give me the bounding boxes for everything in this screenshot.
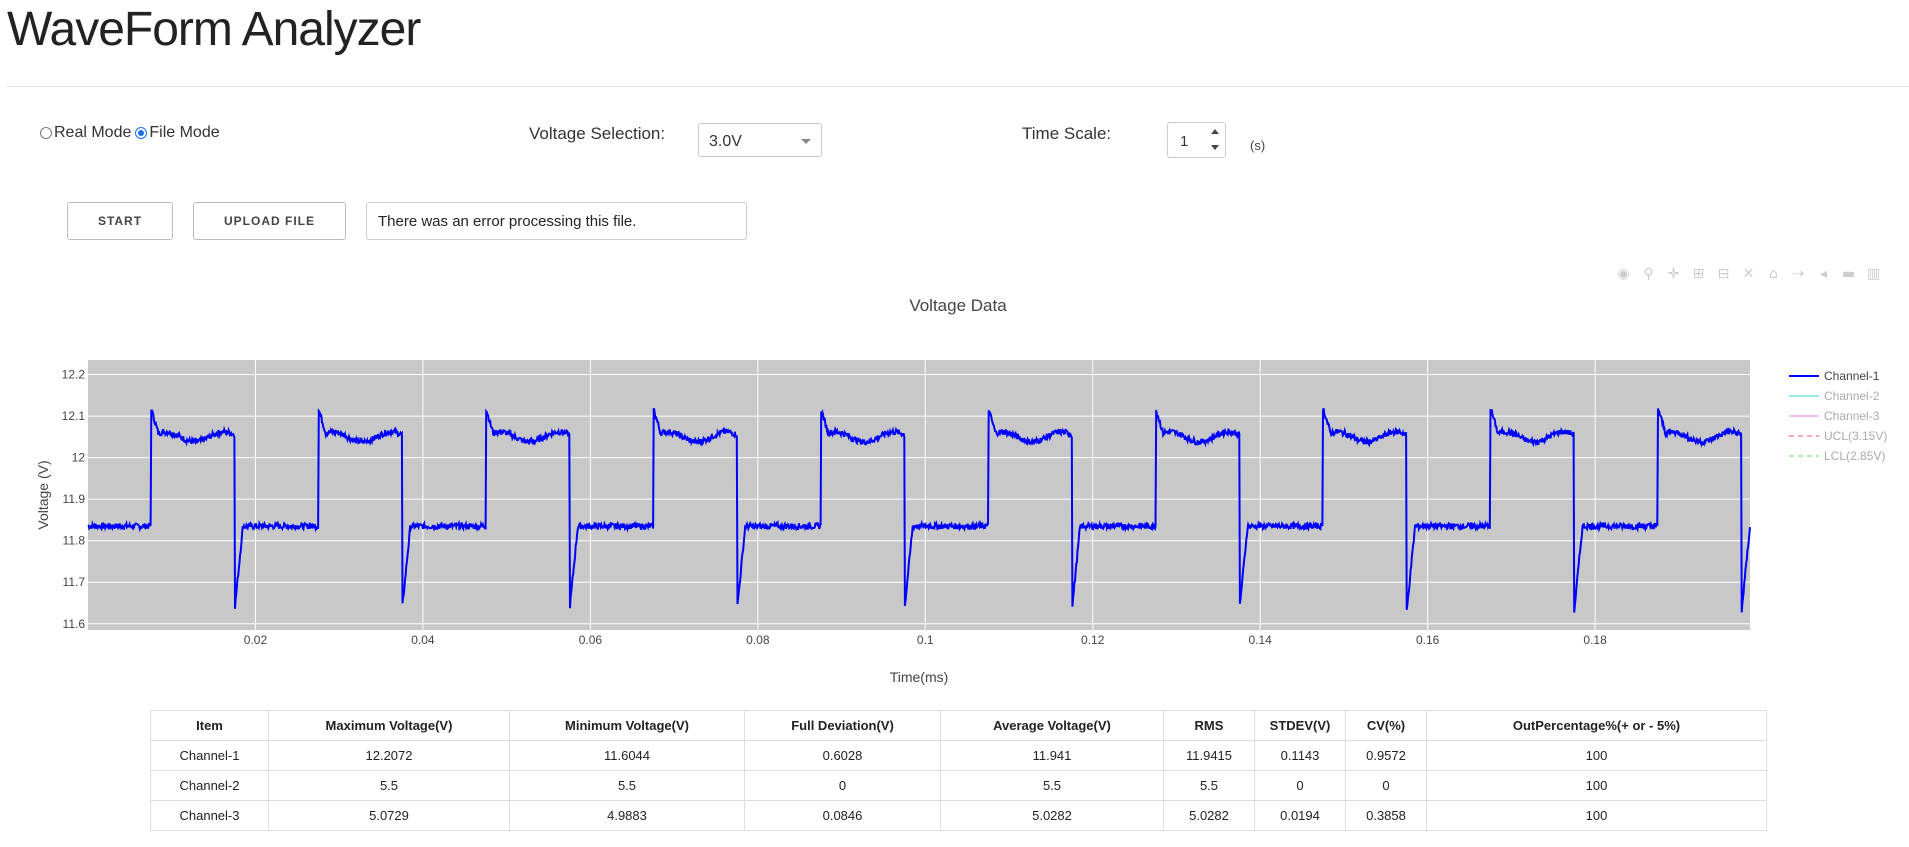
- chart-legend[interactable]: Channel-1 Channel-2 Channel-3 UCL(3.15V) LCL…: [1789, 369, 1887, 463]
- x-axis-label: Time(ms): [890, 669, 949, 685]
- cell: 5.5: [940, 770, 1164, 801]
- cell: 11.9415: [1163, 740, 1255, 771]
- col-header: Minimum Voltage(V): [509, 710, 745, 741]
- col-header: Full Deviation(V): [744, 710, 941, 741]
- cell: 0.3858: [1345, 800, 1427, 831]
- col-header: RMS: [1163, 710, 1255, 741]
- x-tick-label: 0.04: [411, 633, 435, 647]
- y-tick-label: 11.7: [63, 575, 86, 589]
- cell: 0: [1254, 770, 1346, 801]
- legend-item[interactable]: LCL(2.85V): [1789, 449, 1885, 463]
- table-row: Channel-2 5.5 5.5 0 5.5 5.5 0 0 100: [150, 770, 1767, 801]
- voltage-selection-label: Voltage Selection:: [529, 124, 666, 143]
- cell: Channel-2: [150, 770, 269, 801]
- table-row: Channel-1 12.2072 11.6044 0.6028 11.941 …: [150, 740, 1767, 771]
- table-row: Channel-3 5.0729 4.9883 0.0846 5.0282 5.…: [150, 800, 1767, 831]
- status-message-field: There was an error processing this file.: [366, 202, 747, 240]
- x-tick-label: 0.02: [244, 633, 268, 647]
- y-tick-labels: 11.6 11.7 11.8 11.9 12 12.1 12.2: [62, 368, 86, 631]
- cell: 12.2072: [268, 740, 510, 771]
- cell: 5.5: [1163, 770, 1255, 801]
- x-tick-label: 0.08: [746, 633, 770, 647]
- cell: 0.0846: [744, 800, 941, 831]
- file-mode-radio[interactable]: [135, 127, 148, 139]
- cell: 100: [1426, 800, 1767, 831]
- col-header: Average Voltage(V): [940, 710, 1164, 741]
- cell: 11.941: [940, 740, 1164, 771]
- statistics-table: Item Maximum Voltage(V) Minimum Voltage(…: [150, 710, 1767, 831]
- col-header: STDEV(V): [1254, 710, 1346, 741]
- legend-label: UCL(3.15V): [1824, 429, 1887, 443]
- col-header: OutPercentage%(+ or - 5%): [1426, 710, 1767, 741]
- time-scale-value: 1: [1180, 133, 1189, 150]
- y-tick-label: 11.6: [63, 617, 86, 631]
- x-tick-label: 0.16: [1416, 633, 1440, 647]
- cell: 0.9572: [1345, 740, 1427, 771]
- cell: 0: [744, 770, 941, 801]
- table-header-row: Item Maximum Voltage(V) Minimum Voltage(…: [150, 710, 1767, 741]
- y-axis-label: Voltage (V): [35, 460, 51, 529]
- time-scale-input[interactable]: 1: [1167, 122, 1226, 158]
- chart-title: Voltage Data: [909, 296, 1007, 315]
- col-header: Item: [150, 710, 269, 741]
- voltage-chart[interactable]: Voltage Data 11.611.711.811.91212.112.2 …: [0, 280, 1909, 700]
- time-scale-unit: (s): [1250, 138, 1266, 153]
- file-mode-label: File Mode: [149, 124, 220, 141]
- cell: 5.0282: [940, 800, 1164, 831]
- start-button[interactable]: START: [67, 202, 173, 240]
- file-mode-option[interactable]: File Mode: [135, 124, 220, 142]
- voltage-select-value: 3.0V: [709, 133, 742, 150]
- legend-label: LCL(2.85V): [1824, 449, 1885, 463]
- x-tick-label: 0.1: [917, 633, 934, 647]
- x-tick-label: 0.14: [1249, 633, 1273, 647]
- legend-item[interactable]: UCL(3.15V): [1789, 429, 1887, 443]
- col-header: Maximum Voltage(V): [268, 710, 510, 741]
- stepper-down-icon[interactable]: [1211, 145, 1219, 150]
- real-mode-option[interactable]: Real Mode: [40, 124, 131, 142]
- legend-item[interactable]: Channel-3: [1789, 409, 1880, 423]
- cell: 100: [1426, 740, 1767, 771]
- legend-label: Channel-3: [1824, 409, 1880, 423]
- chevron-down-icon: [801, 139, 811, 144]
- cell: 0: [1345, 770, 1427, 801]
- voltage-select[interactable]: 3.0V: [698, 123, 822, 157]
- real-mode-label: Real Mode: [54, 124, 132, 141]
- app-title: WaveForm Analyzer: [7, 3, 421, 56]
- plot-area: [88, 360, 1750, 630]
- y-tick-label: 12.2: [62, 368, 86, 382]
- upload-file-button[interactable]: UPLOAD FILE: [193, 202, 346, 240]
- cell: 0.1143: [1254, 740, 1346, 771]
- y-tick-label: 12.1: [62, 409, 86, 423]
- cell: 100: [1426, 770, 1767, 801]
- stepper-up-icon[interactable]: [1211, 129, 1219, 134]
- x-tick-label: 0.06: [579, 633, 603, 647]
- cell: Channel-3: [150, 800, 269, 831]
- cell: 4.9883: [509, 800, 745, 831]
- cell: 0.0194: [1254, 800, 1346, 831]
- time-scale-label: Time Scale:: [1022, 124, 1112, 143]
- y-tick-label: 11.9: [63, 492, 86, 506]
- cell: 11.6044: [509, 740, 745, 771]
- x-tick-label: 0.12: [1081, 633, 1105, 647]
- cell: Channel-1: [150, 740, 269, 771]
- title-divider: [7, 86, 1909, 87]
- legend-label: Channel-1: [1824, 369, 1880, 383]
- y-tick-label: 12: [72, 451, 86, 465]
- cell: 5.5: [509, 770, 745, 801]
- cell: 5.0729: [268, 800, 510, 831]
- legend-item[interactable]: Channel-1: [1789, 369, 1880, 383]
- x-tick-labels: 0.02 0.04 0.06 0.08 0.1 0.12 0.14 0.16 0.18: [244, 633, 1607, 647]
- x-tick-label: 0.18: [1583, 633, 1607, 647]
- col-header: CV(%): [1345, 710, 1427, 741]
- cell: 0.6028: [744, 740, 941, 771]
- cell: 5.5: [268, 770, 510, 801]
- y-tick-label: 11.8: [63, 534, 86, 548]
- legend-label: Channel-2: [1824, 389, 1880, 403]
- cell: 5.0282: [1163, 800, 1255, 831]
- mode-radio-group: Real Mode File Mode: [40, 124, 224, 142]
- real-mode-radio[interactable]: [40, 127, 52, 139]
- legend-item[interactable]: Channel-2: [1789, 389, 1880, 403]
